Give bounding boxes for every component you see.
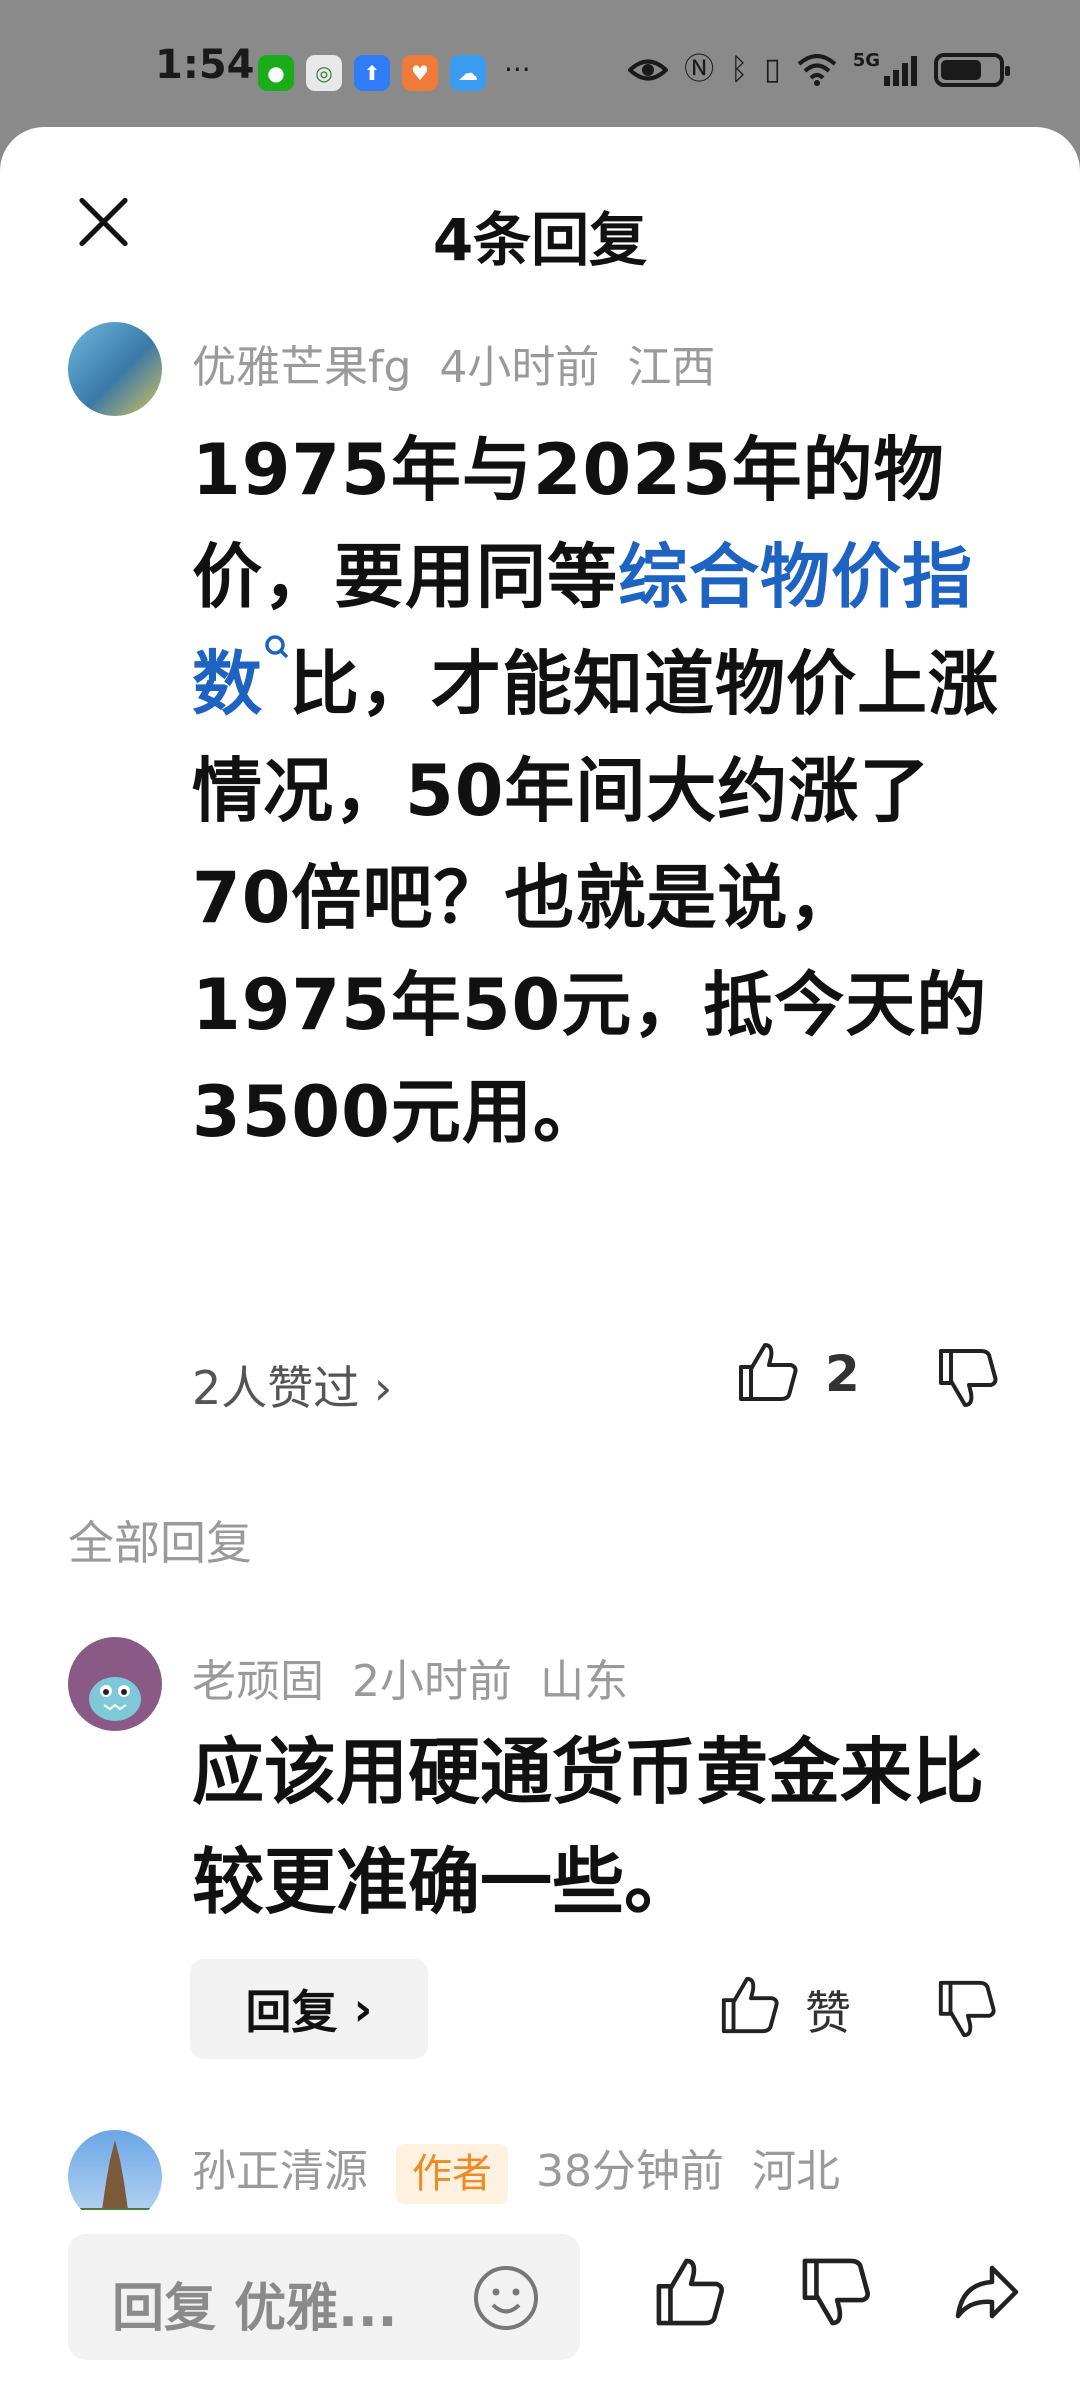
author-badge: 作者 — [396, 2144, 508, 2204]
post-body: 1975年与2025年的物价，要用同等综合物价指数 比，才能知道物价上涨情况，50… — [192, 417, 1012, 1166]
bank-icon: ◎ — [306, 55, 342, 91]
more-notifications-icon: ··· — [504, 53, 531, 86]
thumbs-down-icon[interactable] — [935, 1345, 1001, 1411]
like-label[interactable]: 赞 — [805, 1977, 851, 2043]
status-app-icons: ● ◎ ⬆ ♥ ☁ ··· — [258, 55, 531, 91]
likers-label: 2人赞过 — [192, 1361, 360, 1415]
reply-text: 应该用硬通货币黄金来比较更准确一些。 — [192, 1730, 985, 1924]
post-meta: 优雅芒果fg 4小时前 江西 — [192, 331, 743, 395]
battery-icon — [934, 53, 1010, 87]
sheet-title: 4条回复 — [432, 206, 648, 274]
reply-button[interactable]: 回复 › — [190, 1959, 428, 2059]
chevron-right-icon: › — [353, 1982, 373, 2036]
thumbs-up-icon[interactable] — [718, 1973, 782, 2037]
like-count: 2 — [825, 1345, 860, 1403]
cell-signal-icon — [884, 56, 917, 86]
post-body-text-cont: 比，才能知道物价上涨情况，50年间大约涨了70倍吧？也就是说，1975年50元，… — [192, 643, 999, 1153]
bottom-bar: 回复 优雅... — [0, 2210, 1080, 2400]
bluetooth-icon: ᛒ — [730, 52, 749, 87]
post-location: 江西 — [627, 342, 716, 393]
share-icon[interactable] — [948, 2254, 1024, 2330]
status-system-icons: Ⓝ ᛒ ▯ 5G — [628, 50, 1010, 90]
vibrate-icon: ▯ — [764, 52, 781, 87]
nfc-icon: Ⓝ — [684, 52, 715, 87]
thumbs-up-icon[interactable] — [735, 1339, 801, 1405]
reply-input-placeholder: 回复 优雅... — [112, 2279, 398, 2339]
avatar[interactable] — [68, 1637, 162, 1731]
thumbs-down-icon[interactable] — [798, 2254, 874, 2330]
status-bar: 1:54 ● ◎ ⬆ ♥ ☁ ··· Ⓝ ᛒ ▯ 5G — [0, 0, 1080, 125]
emoji-icon[interactable] — [468, 2260, 544, 2336]
thumbs-down-icon[interactable] — [935, 1977, 999, 2041]
reply-meta: 孙正清源 作者 38分钟前 河北 — [192, 2135, 868, 2204]
wechat-icon: ● — [258, 55, 294, 91]
reply-time: 2小时前 — [352, 1656, 512, 1707]
post-time: 4小时前 — [439, 342, 600, 393]
likers-link[interactable]: 2人赞过 › — [192, 1352, 392, 1418]
reply-meta: 老顽固 2小时前 山东 — [192, 1645, 656, 1709]
reply-location: 山东 — [540, 1656, 628, 1707]
reply-location: 河北 — [752, 2146, 840, 2197]
eye-icon — [628, 59, 669, 81]
wifi-icon — [797, 54, 837, 86]
replies-sheet: 4条回复 优雅芒果fg 4小时前 江西 1975年与2025年的物价，要用同等综合物… — [0, 127, 1080, 2400]
reply-time: 38分钟前 — [536, 2146, 724, 2197]
signal-type-label: 5G — [852, 50, 880, 71]
reply-input[interactable]: 回复 优雅... — [68, 2234, 580, 2360]
thumbs-up-icon[interactable] — [652, 2254, 728, 2330]
search-icon[interactable] — [263, 631, 289, 675]
cloud-icon: ☁ — [450, 55, 486, 91]
reply-button-label: 回复 — [245, 1985, 338, 2039]
chevron-right-icon: › — [373, 1361, 393, 1415]
avatar[interactable] — [68, 322, 162, 416]
upload-icon: ⬆ — [354, 55, 390, 91]
author-name[interactable]: 孙正清源 — [192, 2146, 368, 2197]
avatar-character-icon — [89, 1677, 141, 1721]
author-name[interactable]: 老顽固 — [192, 1656, 324, 1707]
status-time: 1:54 — [155, 42, 255, 88]
section-label: 全部回复 — [68, 1516, 252, 1570]
author-name[interactable]: 优雅芒果fg — [192, 342, 411, 393]
health-icon: ♥ — [402, 55, 438, 91]
